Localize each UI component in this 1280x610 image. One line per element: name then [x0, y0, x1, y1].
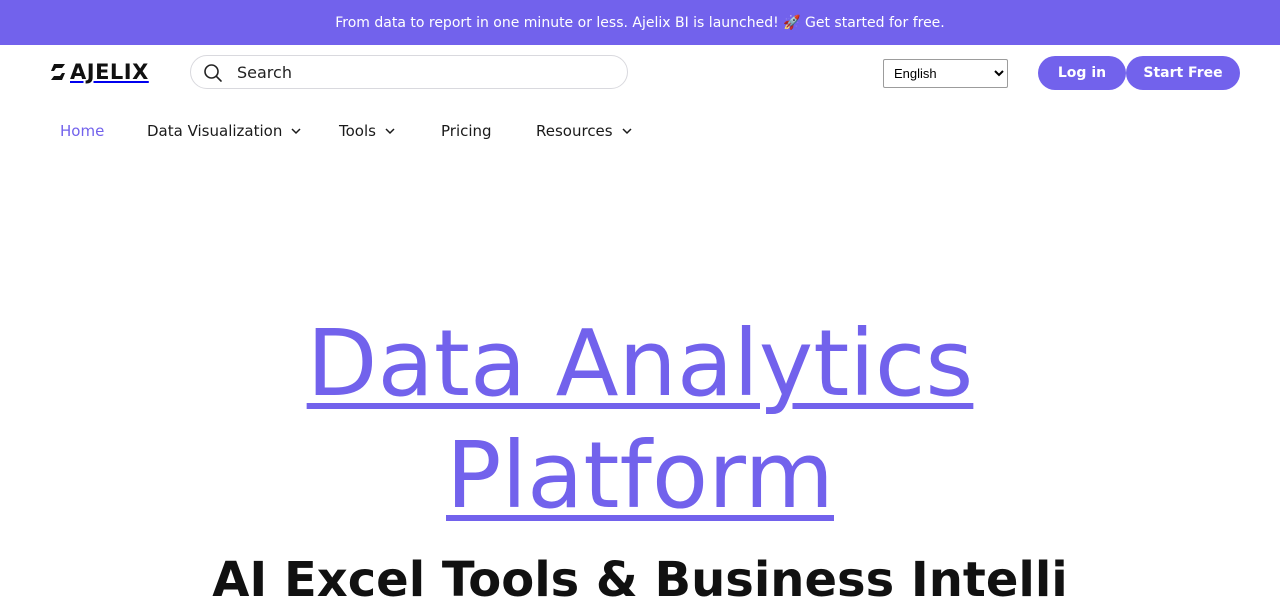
logo-wordmark: AJELIX [70, 60, 149, 84]
announcement-banner: From data to report in one minute or les… [0, 0, 1280, 45]
ajelix-logo[interactable]: AJELIX [48, 59, 149, 85]
nav-item-resources[interactable]: Resources [536, 122, 632, 140]
hero-title-line-2: Platform [446, 422, 834, 529]
search-icon [204, 64, 222, 82]
nav-item-label: Home [60, 122, 105, 140]
nav-item-label: Resources [536, 122, 613, 140]
nav-item-tools[interactable]: Tools [339, 122, 441, 140]
chevron-down-icon [385, 128, 395, 135]
logo-mark-icon [51, 64, 65, 80]
nav-item-pricing[interactable]: Pricing [441, 122, 536, 140]
login-button[interactable]: Log in [1038, 56, 1126, 90]
start-free-button[interactable]: Start Free [1126, 56, 1240, 90]
announcement-link[interactable]: From data to report in one minute or les… [335, 15, 945, 31]
nav-item-data-visualization[interactable]: Data Visualization [147, 122, 339, 140]
hero-title: Data Analytics Platform [240, 308, 1040, 532]
hero-title-link[interactable]: Data Analytics Platform [307, 310, 974, 529]
search-input[interactable] [237, 60, 607, 84]
chevron-down-icon [291, 128, 301, 135]
nav-item-label: Data Visualization [147, 122, 283, 140]
nav-item-label: Tools [339, 122, 376, 140]
chevron-down-icon [622, 128, 632, 135]
nav-item-label: Pricing [441, 122, 492, 140]
nav-item-home[interactable]: Home [60, 122, 147, 140]
hero-subtitle: AI Excel Tools & Business Intelli [212, 552, 1068, 608]
hero-title-line-1: Data Analytics [306, 310, 974, 417]
language-select[interactable]: English [883, 59, 1008, 88]
main-nav: Home Data Visualization Tools Pricing Re… [60, 120, 632, 142]
search-box[interactable] [190, 55, 628, 89]
